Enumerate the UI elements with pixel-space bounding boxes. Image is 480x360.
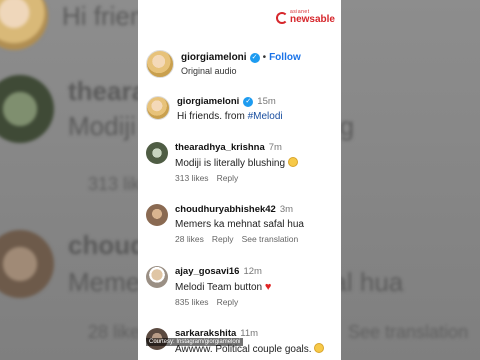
post-header: giorgiameloni ✓ • Follow Original audio <box>146 50 301 78</box>
comment-username[interactable]: ajay_gosavi16 <box>175 266 239 277</box>
comment-item: ajay_gosavi16 12m Melodi Team button ♥ 8… <box>146 266 336 307</box>
comment-text: Memers ka mehnat safal hua <box>175 219 304 230</box>
comment-time: 15m <box>257 96 276 107</box>
courtesy-watermark: Courtesy: Instagram/giorgiameloni <box>146 338 244 346</box>
comment-time: 12m <box>243 266 262 277</box>
comment-likes[interactable]: 313 likes <box>175 173 209 183</box>
comment-item: thearadhya_krishna 7m Modiji is literall… <box>146 142 336 183</box>
bg-extra-4: See translation <box>348 322 469 342</box>
hashtag-link[interactable]: #Melodi <box>248 111 283 122</box>
comment-text: Melodi Team button ♥ <box>175 281 271 293</box>
comment-item: giorgiameloni ✓ 15m Hi friends. from #Me… <box>146 96 336 122</box>
comment-text: Hi friends. from #Melodi <box>177 111 283 122</box>
reply-button[interactable]: Reply <box>217 173 239 183</box>
see-translation-button[interactable]: See translation <box>242 234 299 244</box>
instagram-comments-panel: asianet newsable giorgiameloni ✓ • Follo… <box>138 0 341 360</box>
bg-avatar-1 <box>0 0 48 50</box>
comment-avatar[interactable] <box>146 96 170 120</box>
audio-label[interactable]: Original audio <box>181 66 301 76</box>
comment-username[interactable]: choudhuryabhishek42 <box>175 204 276 215</box>
comment-username[interactable]: giorgiameloni <box>177 96 239 107</box>
comment-likes[interactable]: 835 likes <box>175 297 209 307</box>
red-heart-emoji: ♥ <box>264 281 272 293</box>
comment-time: 3m <box>279 204 294 215</box>
brand-mark-icon <box>275 11 288 24</box>
blushing-face-emoji <box>287 157 298 167</box>
comment-item: choudhuryabhishek42 3m Memers ka mehnat … <box>146 204 336 244</box>
reply-button[interactable]: Reply <box>217 297 239 307</box>
comment-likes[interactable]: 28 likes <box>175 234 204 244</box>
comment-avatar[interactable] <box>146 142 168 164</box>
comment-avatar[interactable] <box>146 204 168 226</box>
comment-text: Modiji is literally blushing <box>175 157 298 169</box>
verified-check-icon: ✓ <box>243 96 254 107</box>
follow-button[interactable]: Follow <box>269 52 301 63</box>
bg-avatar-3 <box>0 230 54 298</box>
reply-button[interactable]: Reply <box>212 234 234 244</box>
separator-dot: • <box>262 52 267 63</box>
comment-avatar[interactable] <box>146 266 168 288</box>
bg-avatar-2 <box>0 75 54 143</box>
brand-big-text: newsable <box>289 14 335 25</box>
comment-username[interactable]: thearadhya_krishna <box>175 142 265 153</box>
comment-text-body: Modiji is literally blushing <box>175 158 286 169</box>
avatar[interactable] <box>146 50 174 78</box>
comment-text-body: Melodi Team button <box>175 282 263 293</box>
post-username[interactable]: giorgiameloni <box>181 52 247 63</box>
heart-eyes-emoji <box>314 343 325 353</box>
comment-time: 7m <box>268 142 282 153</box>
verified-check-icon: ✓ <box>249 52 260 63</box>
comment-text-body: Hi friends. from <box>177 111 248 122</box>
brand-logo: asianet newsable <box>275 10 335 25</box>
